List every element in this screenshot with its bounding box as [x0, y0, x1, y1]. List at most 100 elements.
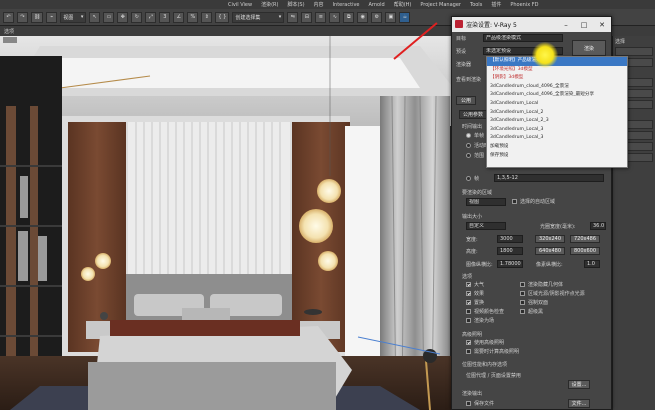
area-lights-checkbox[interactable] [520, 291, 525, 296]
radio-range[interactable] [466, 153, 471, 158]
layer-icon[interactable]: ≡ [315, 11, 327, 23]
radio-single-frame[interactable] [466, 133, 471, 138]
area-dropdown[interactable]: 视图 [466, 198, 506, 206]
auto-region-checkbox[interactable] [512, 199, 517, 204]
maximize-icon[interactable]: □ [575, 17, 593, 32]
menu-item[interactable]: Phoenix FD [510, 2, 538, 8]
aperture-input[interactable]: 36.0 [590, 222, 606, 230]
spinner-snap-icon[interactable]: ⇕ [201, 11, 213, 23]
material-editor-icon[interactable]: ◉ [357, 11, 369, 23]
minimize-icon[interactable]: – [557, 17, 575, 32]
menu-item[interactable]: Tools [470, 2, 482, 8]
render-frame-icon[interactable]: ▣ [385, 11, 397, 23]
preset-option[interactable]: 3dCandledrum_cloud_4096_全景渲染_最短分享 [487, 91, 627, 100]
curve-editor-icon[interactable]: ∿ [329, 11, 341, 23]
preset-res-button-3[interactable]: 640x480 [535, 247, 565, 255]
menu-item[interactable]: 脚本(S) [287, 1, 304, 8]
width-label: 宽度: [466, 237, 478, 243]
menu-item[interactable]: Civil View [228, 2, 252, 8]
menu-item[interactable]: 渲染(R) [261, 1, 278, 8]
move-icon[interactable]: ✥ [117, 11, 129, 23]
render-setup-icon[interactable]: ⚙ [371, 11, 383, 23]
unlink-icon[interactable]: ⌁ [46, 11, 58, 23]
select-region-icon[interactable]: ▭ [103, 11, 115, 23]
render-output-label: 渲染输出 [462, 391, 483, 397]
render-fields-checkbox[interactable] [466, 318, 471, 323]
preset-option[interactable]: 【阴影】3d模型 [487, 74, 627, 83]
undo-icon[interactable]: ↶ [3, 11, 14, 23]
displacement-checkbox[interactable] [466, 300, 471, 305]
atmospherics-checkbox[interactable] [466, 282, 471, 287]
tab-common[interactable]: 公用 [456, 96, 476, 105]
file-button[interactable]: 文件... [568, 399, 590, 408]
dialog-title: 渲染设置: V-Ray 5 [466, 22, 517, 29]
compute-advanced-lighting-checkbox[interactable] [466, 349, 471, 354]
dialog-title-bar[interactable]: 渲染设置: V-Ray 5 – □ ✕ [452, 17, 611, 32]
target-label: 目标 [456, 36, 467, 42]
advanced-lighting-label: 高级照明 [462, 332, 483, 338]
preset-option[interactable]: 【环境光照】3d模型 [487, 66, 627, 75]
percent-snap-icon[interactable]: % [187, 11, 199, 23]
preset-res-button-4[interactable]: 800x600 [570, 247, 600, 255]
menu-item[interactable]: 插件 [491, 1, 501, 8]
preset-option[interactable]: 3dCandledrum_Local [487, 100, 627, 109]
render-icon[interactable]: ☕ [399, 11, 411, 23]
video-color-check-checkbox[interactable] [466, 309, 471, 314]
time-output-label: 时间输出 [462, 124, 483, 130]
force-2sided-checkbox[interactable] [520, 300, 525, 305]
scale-icon[interactable]: ⤢ [145, 11, 157, 23]
preset-option[interactable]: 3dCandledrum_Local_3 [487, 126, 627, 135]
chevron-down-icon: ▾ [278, 14, 282, 20]
preset-option[interactable]: 3dCandledrum_cloud_4096_全景渲 [487, 83, 627, 92]
target-dropdown[interactable]: 产品级渲染模式 [483, 34, 563, 42]
radio-active-segment[interactable] [466, 143, 471, 148]
menu-item[interactable]: 帮助(H) [394, 1, 412, 8]
save-file-checkbox[interactable] [466, 401, 471, 406]
pixel-aspect-input[interactable]: 1.0 [584, 260, 600, 268]
angle-snap-icon[interactable]: ∠ [173, 11, 185, 23]
schematic-icon[interactable]: ⧉ [343, 11, 355, 23]
radio-frames[interactable] [466, 176, 471, 181]
align-icon[interactable]: ⊟ [301, 11, 313, 23]
render-hidden-checkbox[interactable] [520, 282, 525, 287]
preset-res-button-1[interactable]: 320x240 [535, 235, 565, 243]
link-icon[interactable]: ⛓ [31, 11, 44, 23]
height-input[interactable]: 1800 [497, 247, 523, 255]
bitmap-performance-label: 位图性能和内存选项 [462, 362, 508, 368]
frames-input[interactable]: 1,3,5-12 [494, 174, 604, 182]
preset-option[interactable]: 3dCandledrum_Local_3 [487, 134, 627, 143]
preset-option[interactable]: 3dCandledrum_Local_2 [487, 109, 627, 118]
preset-option[interactable]: 3dCandledrum_Local_2_3 [487, 117, 627, 126]
output-size-dropdown[interactable]: 自定义 [466, 222, 506, 230]
output-size-label: 输出大小 [462, 214, 483, 220]
super-black-checkbox[interactable] [520, 309, 525, 314]
menu-item[interactable]: 内容 [314, 1, 324, 8]
preset-option[interactable]: 加载预设 [487, 143, 627, 152]
view-select-dropdown[interactable]: 视图 ▾ [60, 11, 87, 23]
menu-item[interactable]: Interactive [333, 2, 360, 8]
edit-named-sel-icon[interactable]: { } [215, 11, 230, 23]
aperture-label: 光圈宽度(毫米): [540, 224, 576, 230]
aspect-input[interactable]: 1.78000 [497, 260, 523, 268]
menu-bar: Civil View 渲染(R) 脚本(S) 内容 Interactive Arnold 帮… [0, 0, 655, 9]
use-advanced-lighting-checkbox[interactable] [466, 340, 471, 345]
viewport-label[interactable] [3, 37, 17, 43]
preset-option[interactable]: 保存预设 [487, 152, 627, 161]
mirror-icon[interactable]: ⇋ [287, 11, 299, 23]
command-panel-row[interactable] [615, 47, 653, 56]
vray-icon [455, 20, 463, 28]
selection-set-dropdown[interactable]: 创建选择集 ▾ [232, 11, 285, 23]
render-button[interactable]: 渲染 [572, 40, 606, 56]
width-input[interactable]: 3000 [497, 235, 523, 243]
setup-button[interactable]: 设置... [568, 380, 590, 389]
menu-item[interactable]: Arnold [369, 2, 385, 8]
preset-res-button-2[interactable]: 720x486 [570, 235, 600, 243]
command-panel-label: 选择 [615, 39, 626, 45]
rotate-icon[interactable]: ↻ [131, 11, 143, 23]
menu-item[interactable]: Project Manager [420, 2, 461, 8]
snap-icon[interactable]: 3 [159, 11, 171, 23]
close-icon[interactable]: ✕ [593, 17, 611, 32]
select-icon[interactable]: ↖ [89, 11, 101, 23]
effects-checkbox[interactable] [466, 291, 471, 296]
redo-icon[interactable]: ↷ [17, 11, 28, 23]
